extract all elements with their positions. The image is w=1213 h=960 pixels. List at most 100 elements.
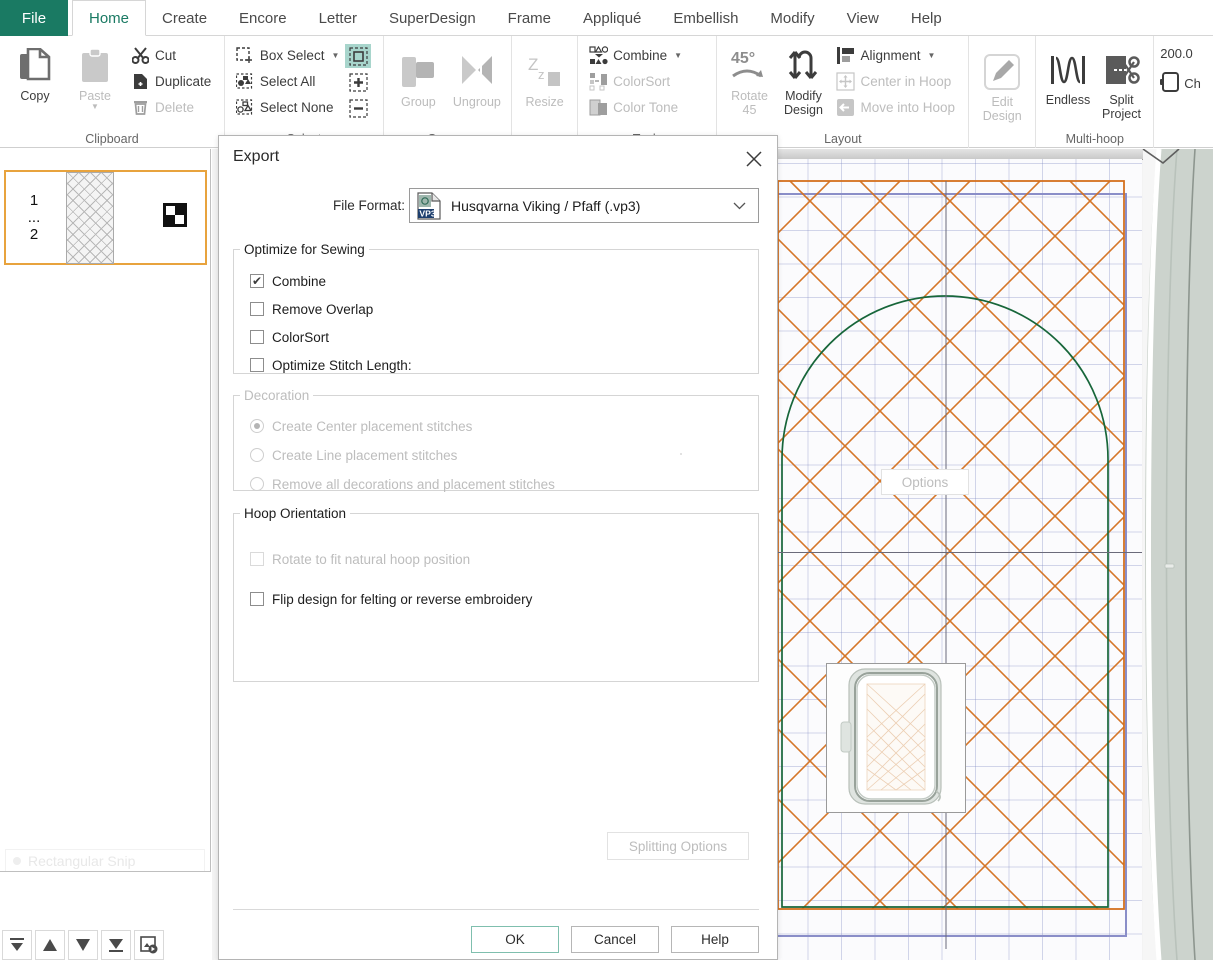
select-none-button[interactable]: Select None [231, 94, 343, 120]
center-in-hoop-button[interactable]: Center in Hoop [831, 68, 959, 94]
cancel-button[interactable]: Cancel [571, 926, 659, 953]
edit-design-button[interactable]: Edit Design [975, 46, 1029, 124]
tab-letter[interactable]: Letter [303, 0, 373, 36]
rotate-natural-hoop-checkbox[interactable] [250, 552, 264, 566]
split-project-button[interactable]: Split Project [1096, 44, 1148, 122]
design-list-item[interactable]: 1 ... 2 [4, 170, 207, 265]
design-player-button[interactable] [134, 930, 164, 960]
combine-checkbox[interactable]: ✔ [250, 274, 264, 288]
modify-design-button[interactable]: Modify Design [777, 40, 829, 118]
modify-design-label: Modify Design [784, 89, 823, 117]
freehand-select-button[interactable] [345, 44, 372, 68]
hoop-orientation-group: Hoop Orientation Rotate to fit natural h… [233, 506, 759, 682]
close-icon[interactable] [739, 144, 769, 174]
paste-button[interactable]: Paste ▼ [66, 40, 124, 112]
scissors-icon [130, 45, 150, 65]
previous-stitch-button[interactable] [35, 930, 65, 960]
tab-encore-label: Encore [239, 9, 287, 27]
colorsort-checkbox[interactable] [250, 330, 264, 344]
add-to-selection-button[interactable] [345, 70, 371, 94]
layout-small-buttons: Alignment ▼ Center in Hoop Move into Hoo… [831, 40, 959, 120]
alignment-button[interactable]: Alignment ▼ [831, 42, 959, 68]
duplicate-icon [130, 71, 150, 91]
tab-embellish[interactable]: Embellish [657, 0, 754, 36]
resize-button[interactable]: Zz Resize [518, 46, 571, 109]
combine-checkbox-row[interactable]: ✔ Combine [250, 269, 412, 293]
canvas-grid [770, 159, 1142, 960]
rectangular-snip-watermark: Rectangular Snip [5, 849, 205, 871]
duplicate-button[interactable]: Duplicate [126, 68, 215, 94]
go-to-end-button[interactable] [101, 930, 131, 960]
tab-modify-label: Modify [770, 9, 815, 27]
cut-button[interactable]: Cut [126, 42, 215, 68]
clipboard-group-label: Clipboard [85, 132, 139, 146]
tab-help[interactable]: Help [895, 0, 958, 36]
remove-decorations-radio-row[interactable]: Remove all decorations and placement sti… [250, 472, 555, 496]
colorsort-button[interactable]: ColorSort [584, 68, 686, 94]
chevron-down-icon[interactable] [733, 198, 746, 213]
tab-view[interactable]: View [831, 0, 895, 36]
combine-caret-icon[interactable]: ▼ [674, 51, 682, 60]
tab-file[interactable]: File [0, 0, 68, 36]
colorsort-checkbox-row[interactable]: ColorSort [250, 325, 412, 349]
remove-decorations-label: Remove all decorations and placement sti… [272, 476, 555, 492]
box-select-caret-icon[interactable]: ▼ [331, 51, 339, 60]
rotate-45-button[interactable]: 45° Rotate 45 [723, 40, 775, 118]
splitting-options-button[interactable]: Splitting Options [607, 832, 749, 860]
combine-icon [588, 45, 608, 65]
go-to-start-button[interactable] [2, 930, 32, 960]
create-center-placement-radio-row[interactable]: Create Center placement stitches [250, 414, 555, 438]
box-select-button[interactable]: Box Select ▼ [231, 42, 343, 68]
edit-design-label: Edit Design [982, 95, 1022, 123]
tab-modify[interactable]: Modify [754, 0, 830, 36]
colorsort-icon [588, 71, 608, 91]
select-small-buttons: Box Select ▼ Select All Select None [231, 40, 343, 120]
paste-caret-icon[interactable]: ▼ [91, 102, 99, 111]
tab-applique[interactable]: Appliqué [567, 0, 657, 36]
endless-button[interactable]: Endless [1042, 44, 1094, 107]
file-format-select[interactable]: VP3 Husqvarna Viking / Pfaff (.vp3) [409, 188, 759, 223]
duplicate-label: Duplicate [155, 73, 212, 89]
group-icon [400, 50, 436, 94]
optimize-stitch-length-checkbox[interactable] [250, 358, 264, 372]
remove-overlap-checkbox[interactable] [250, 302, 264, 316]
rotate-45-icon: 45° [729, 44, 769, 88]
rotate-natural-hoop-checkbox-row[interactable]: Rotate to fit natural hoop position [250, 547, 532, 571]
flip-design-checkbox[interactable] [250, 592, 264, 606]
combine-button[interactable]: Combine ▼ [584, 42, 686, 68]
color-tone-button[interactable]: Color Tone [584, 94, 686, 120]
stitch-length-options-button[interactable]: Options [881, 469, 969, 495]
tab-view-label: View [846, 9, 879, 27]
optimize-stitch-length-checkbox-row[interactable]: Optimize Stitch Length: [250, 353, 412, 377]
next-stitch-button[interactable] [68, 930, 98, 960]
alignment-caret-icon[interactable]: ▼ [928, 51, 936, 60]
remove-overlap-checkbox-row[interactable]: Remove Overlap [250, 297, 412, 321]
ungroup-button[interactable]: Ungroup [449, 46, 506, 109]
ribbon-tab-bar: File Home Create Encore Letter SuperDesi… [0, 0, 1213, 36]
delete-button[interactable]: Delete [126, 94, 215, 120]
design-number-top: 1 [29, 191, 39, 209]
remove-decorations-radio[interactable] [250, 477, 264, 491]
select-none-label: Select None [259, 99, 334, 115]
group-button[interactable]: Group [390, 46, 447, 109]
modify-design-icon [783, 44, 823, 88]
tab-frame[interactable]: Frame [492, 0, 567, 36]
select-all-button[interactable]: Select All [231, 68, 343, 94]
clipboard-small-buttons: Cut Duplicate Delete [126, 40, 215, 120]
create-line-placement-radio-row[interactable]: Create Line placement stitches [250, 443, 555, 467]
create-center-placement-radio[interactable] [250, 419, 264, 433]
tab-home[interactable]: Home [72, 0, 147, 36]
flip-design-checkbox-row[interactable]: Flip design for felting or reverse embro… [250, 587, 532, 611]
help-button[interactable]: Help [671, 926, 759, 953]
design-overlap-icon[interactable] [163, 203, 187, 232]
ribbon-group-layout: 45° Rotate 45 Modify Design Alignment ▼ … [716, 36, 968, 148]
move-into-hoop-button[interactable]: Move into Hoop [831, 94, 959, 120]
tab-create[interactable]: Create [146, 0, 223, 36]
tab-superdesign[interactable]: SuperDesign [373, 0, 492, 36]
create-line-placement-radio[interactable] [250, 448, 264, 462]
tab-encore[interactable]: Encore [223, 0, 303, 36]
copy-button[interactable]: Copy [6, 40, 64, 103]
ok-button[interactable]: OK [471, 926, 559, 953]
dialog-divider [233, 909, 759, 910]
remove-from-selection-button[interactable] [345, 96, 371, 120]
